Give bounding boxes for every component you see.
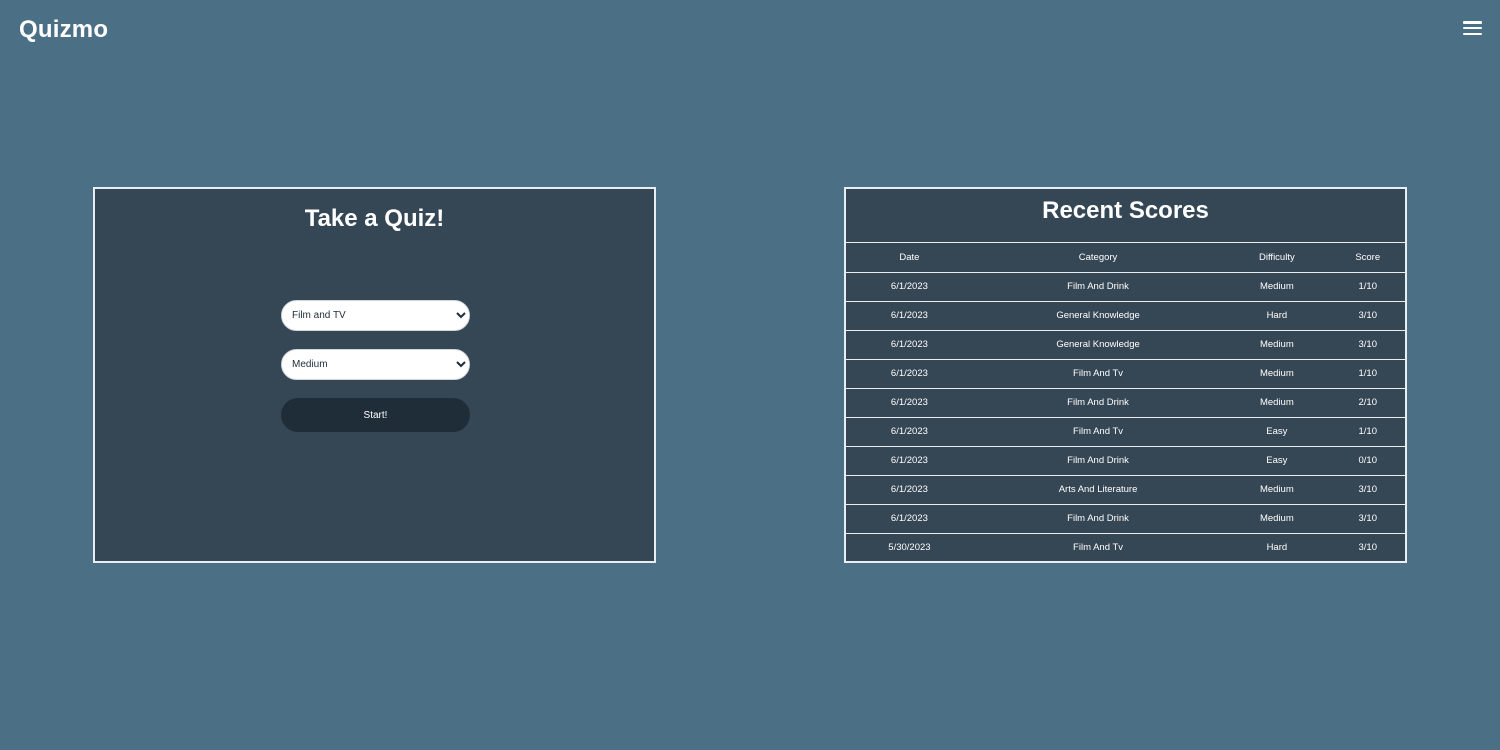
score-cell: 1/10 bbox=[1330, 417, 1405, 447]
scores-header-row: Date Category Difficulty Score bbox=[846, 243, 1405, 273]
category-cell: Film And Drink bbox=[972, 446, 1224, 476]
menu-bar bbox=[1463, 26, 1482, 30]
difficulty-cell: Easy bbox=[1223, 417, 1331, 447]
date-cell: 6/1/2023 bbox=[846, 330, 973, 360]
column-header-score: Score bbox=[1330, 243, 1405, 273]
table-row: 6/1/2023 General Knowledge Hard 3/10 bbox=[846, 301, 1405, 331]
recent-scores-panel: Recent Scores Date Category Difficulty S… bbox=[844, 187, 1407, 563]
date-cell: 6/1/2023 bbox=[846, 417, 973, 447]
date-cell: 5/30/2023 bbox=[888, 542, 931, 554]
column-header-difficulty: Difficulty bbox=[1223, 243, 1331, 273]
score-cell: 1/10 bbox=[1330, 272, 1405, 302]
category-cell: General Knowledge bbox=[972, 330, 1224, 360]
start-button[interactable]: Start! bbox=[281, 398, 470, 432]
category-cell: Film And Drink bbox=[972, 272, 1224, 302]
difficulty-cell: Medium bbox=[1223, 475, 1331, 505]
table-row: 6/1/2023 Arts And Literature Medium 3/10 bbox=[846, 475, 1405, 505]
score-cell: 3/10 bbox=[1358, 542, 1377, 554]
score-cell: 2/10 bbox=[1330, 388, 1405, 418]
table-row: 6/1/2023 Film And Drink Easy 0/10 bbox=[846, 446, 1405, 476]
date-cell: 6/1/2023 bbox=[846, 272, 973, 302]
difficulty-cell: Hard bbox=[1223, 301, 1331, 331]
category-cell: Film And Tv bbox=[1073, 542, 1124, 554]
take-quiz-panel: Take a Quiz! Film and TV Medium Start! bbox=[93, 187, 656, 563]
score-cell: 0/10 bbox=[1330, 446, 1405, 476]
difficulty-cell: Medium bbox=[1223, 359, 1331, 389]
date-cell: 6/1/2023 bbox=[846, 446, 973, 476]
quiz-title: Take a Quiz! bbox=[304, 205, 445, 232]
difficulty-select-wrapper: Medium bbox=[281, 349, 470, 380]
score-cell: 3/10 bbox=[1330, 504, 1405, 534]
menu-bar bbox=[1463, 32, 1482, 35]
category-cell: Film And Drink bbox=[972, 504, 1224, 534]
difficulty-cell: Medium bbox=[1223, 272, 1331, 302]
table-row: 6/1/2023 Film And Tv Easy 1/10 bbox=[846, 417, 1405, 447]
difficulty-cell: Easy bbox=[1223, 446, 1331, 476]
difficulty-cell: Medium bbox=[1223, 388, 1331, 418]
scores-title: Recent Scores bbox=[846, 189, 1405, 243]
category-cell: General Knowledge bbox=[972, 301, 1224, 331]
date-cell: 6/1/2023 bbox=[846, 504, 973, 534]
category-cell: Film And Tv bbox=[972, 417, 1224, 447]
score-cell: 1/10 bbox=[1330, 359, 1405, 389]
score-cell: 3/10 bbox=[1330, 301, 1405, 331]
scores-table: Date Category Difficulty Score 6/1/2023 … bbox=[846, 243, 1405, 562]
category-select-wrapper: Film and TV bbox=[281, 300, 470, 331]
date-cell: 6/1/2023 bbox=[846, 388, 973, 418]
table-row: 6/1/2023 Film And Drink Medium 1/10 bbox=[846, 272, 1405, 302]
table-row: 6/1/2023 General Knowledge Medium 3/10 bbox=[846, 330, 1405, 360]
difficulty-cell: Medium bbox=[1223, 504, 1331, 534]
date-cell: 6/1/2023 bbox=[846, 475, 973, 505]
date-cell: 6/1/2023 bbox=[846, 359, 973, 389]
category-cell: Arts And Literature bbox=[972, 475, 1224, 505]
difficulty-select[interactable]: Medium bbox=[281, 349, 470, 380]
column-header-category: Category bbox=[972, 243, 1224, 273]
hamburger-menu-icon[interactable] bbox=[1463, 21, 1482, 35]
table-row: 6/1/2023 Film And Drink Medium 2/10 bbox=[846, 388, 1405, 418]
menu-bar bbox=[1463, 21, 1482, 24]
table-row: 6/1/2023 Film And Tv Medium 1/10 bbox=[846, 359, 1405, 389]
difficulty-cell: Medium bbox=[1223, 330, 1331, 360]
table-row: 5/30/2023 Film And Tv Hard 3/10 bbox=[846, 533, 1405, 562]
score-cell: 3/10 bbox=[1330, 475, 1405, 505]
category-select[interactable]: Film and TV bbox=[281, 300, 470, 331]
brand-logo[interactable]: Quizmo bbox=[19, 16, 108, 44]
category-cell: Film And Tv bbox=[972, 359, 1224, 389]
column-header-date: Date bbox=[846, 243, 973, 273]
difficulty-cell: Hard bbox=[1266, 542, 1288, 554]
score-cell: 3/10 bbox=[1330, 330, 1405, 360]
table-row: 6/1/2023 Film And Drink Medium 3/10 bbox=[846, 504, 1405, 534]
category-cell: Film And Drink bbox=[972, 388, 1224, 418]
date-cell: 6/1/2023 bbox=[846, 301, 973, 331]
